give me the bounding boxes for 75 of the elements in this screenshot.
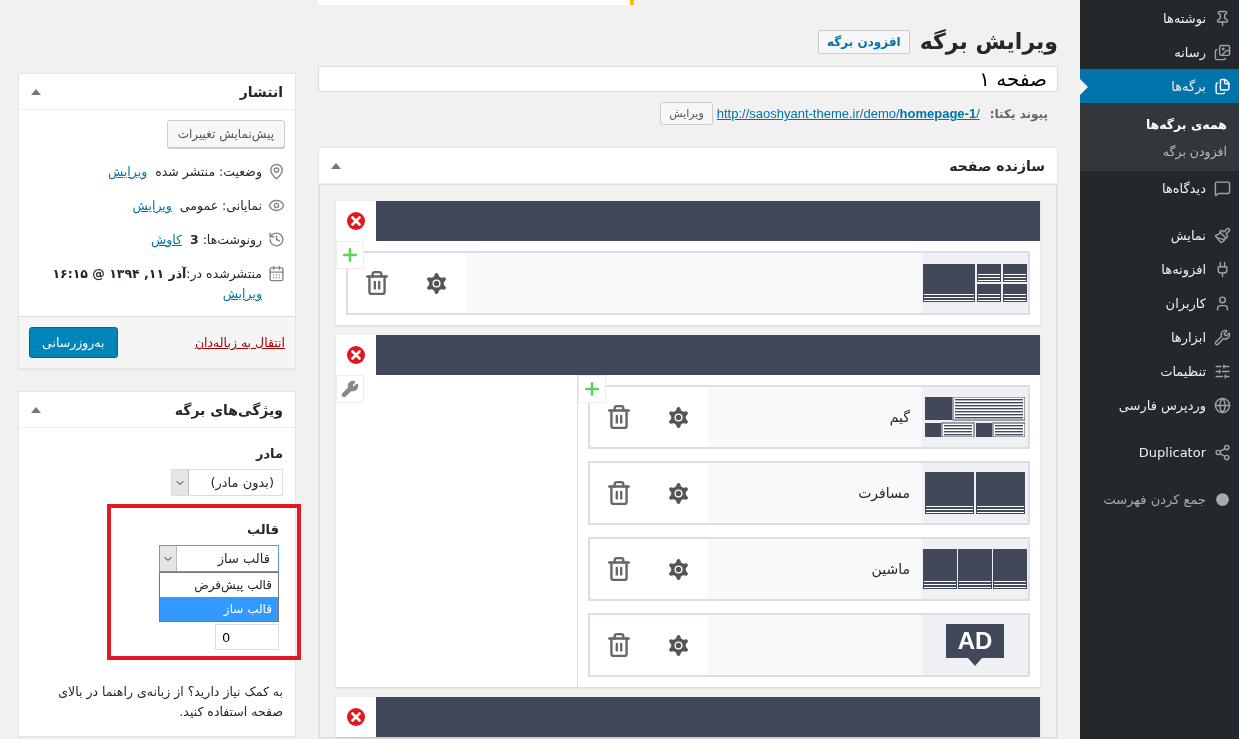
- meta-link[interactable]: ویرایش: [107, 164, 148, 179]
- menu-icon: [1214, 443, 1231, 461]
- menu-icon: [1214, 43, 1231, 61]
- meta-text: منتشرشده در:آذر ۱۱, ۱۳۹۴ @ ۱۶:۱۵: [52, 266, 262, 281]
- permalink-label: پیوند یکتا:: [989, 106, 1048, 121]
- meta-link[interactable]: ویرایش: [222, 286, 262, 301]
- layout-thumbnail-icon: [925, 472, 1025, 514]
- menu-icon: [1214, 226, 1231, 244]
- plus-icon: [340, 245, 360, 265]
- menu-icon: [1214, 77, 1231, 95]
- trash-icon[interactable]: [606, 480, 633, 506]
- field-label: مادر: [254, 446, 283, 461]
- menu-item[interactable]: نمایش: [1080, 218, 1239, 252]
- permalink-link[interactable]: http://saoshyant-theme.ir/demo/homepage-1/: [716, 106, 980, 121]
- field-label: قالب: [245, 522, 279, 537]
- remove-icon[interactable]: [346, 211, 366, 231]
- menu-item[interactable]: افزونه‌ها: [1080, 252, 1239, 286]
- trash-icon[interactable]: [364, 270, 391, 296]
- menu-item[interactable]: برگه‌ها: [1080, 69, 1239, 103]
- meta-text: نمایانی: عمومی: [179, 198, 262, 213]
- meta-text: وضعیت: منتشر شده: [155, 164, 262, 179]
- menu-item[interactable]: رسانه: [1080, 35, 1239, 69]
- menu-item[interactable]: نوشته‌ها: [1080, 1, 1239, 35]
- layout-thumbnail-icon: [923, 264, 1027, 302]
- menu-icon: [1214, 9, 1231, 27]
- menu-item[interactable]: تنظیمات: [1080, 354, 1239, 388]
- box-title: ویژگی‌های برگه: [174, 401, 283, 418]
- trash-icon[interactable]: [606, 556, 633, 582]
- edit-permalink-button[interactable]: ویرایش: [660, 102, 713, 125]
- menu-icon: [1214, 396, 1231, 414]
- wrench-icon: [341, 380, 359, 398]
- module-title: ماشین: [871, 561, 910, 577]
- box-title: سازنده صفحه: [949, 157, 1045, 174]
- wrench-button[interactable]: [336, 375, 364, 403]
- collapse-menu-button[interactable]: جمع کردن فهرست: [1080, 482, 1239, 516]
- collapse-toggle[interactable]: [31, 406, 41, 413]
- layout-thumbnail-icon: [925, 397, 1025, 437]
- add-page-button[interactable]: افزودن برگه: [818, 29, 910, 54]
- remove-icon[interactable]: [346, 707, 366, 727]
- menu-icon: [1214, 328, 1231, 346]
- parent-select[interactable]: (بدون مادر): [171, 469, 283, 496]
- menu-item[interactable]: Duplicator: [1080, 435, 1239, 469]
- menu-icon: [1214, 179, 1231, 197]
- module-title: گیم: [889, 409, 910, 425]
- collapse-toggle[interactable]: [31, 88, 41, 95]
- help-text: به کمک نیاز دارید؟ از زبانه‌ی راهنما در بالای صفحه استفاده کنید.: [57, 683, 283, 721]
- trash-link[interactable]: انتقال به زباله‌دان: [194, 335, 285, 350]
- template-select[interactable]: قالب ساز: [159, 545, 279, 572]
- submenu-item[interactable]: همه‌ی برگه‌ها: [1080, 111, 1239, 138]
- meta-icon: [268, 231, 285, 248]
- collapse-toggle[interactable]: [331, 162, 341, 169]
- module-title: مسافرت: [858, 485, 910, 501]
- remove-icon[interactable]: [346, 345, 366, 365]
- meta-icon: [268, 163, 285, 180]
- menu-icon: [1214, 362, 1231, 380]
- plus-icon: [582, 379, 602, 399]
- box-title: انتشار: [239, 83, 283, 100]
- order-field[interactable]: 0: [215, 624, 279, 650]
- title-field[interactable]: صفحه ۱: [318, 66, 1058, 92]
- meta-icon: [268, 265, 285, 282]
- menu-item[interactable]: وردپرس فارسی: [1080, 388, 1239, 422]
- trash-icon[interactable]: [606, 404, 633, 430]
- collapse-icon: [1214, 490, 1231, 508]
- submenu-item[interactable]: افزودن برگه: [1080, 138, 1239, 165]
- meta-link[interactable]: کاوش: [150, 232, 182, 247]
- menu-item[interactable]: ابزارها: [1080, 320, 1239, 354]
- menu-item[interactable]: دیدگاه‌ها: [1080, 171, 1239, 205]
- update-button[interactable]: به‌روزرسانی: [29, 327, 118, 358]
- preview-button[interactable]: پیش‌نمایش تغییرات: [166, 120, 285, 148]
- menu-item[interactable]: کاربران: [1080, 286, 1239, 320]
- meta-icon: [268, 197, 285, 214]
- page-title: ویرایش برگه: [919, 29, 1058, 54]
- menu-icon: [1214, 294, 1231, 312]
- trash-icon[interactable]: [606, 632, 633, 658]
- meta-link[interactable]: ویرایش: [132, 198, 172, 213]
